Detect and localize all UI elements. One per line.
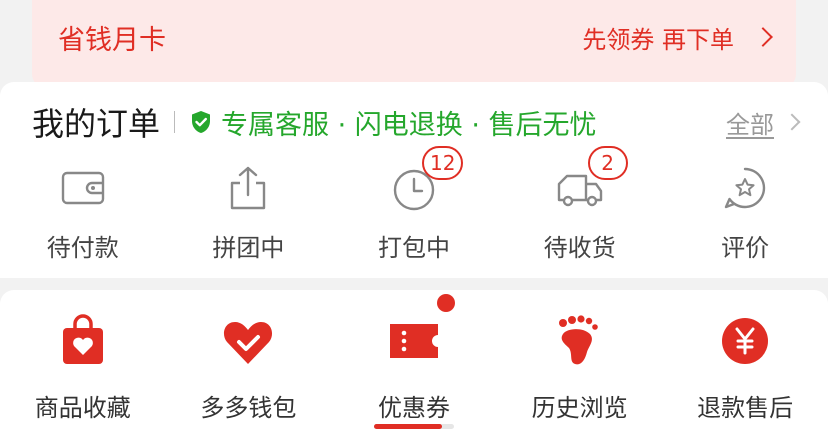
tool-wallet[interactable]: 多多钱包 bbox=[166, 314, 332, 423]
all-orders-link[interactable]: 全部 bbox=[726, 105, 801, 140]
orders-header: 我的订单 专属客服 · 闪电退换 · 售后无忧 全部 bbox=[32, 100, 801, 144]
order-status-review[interactable]: 评价 bbox=[662, 164, 828, 263]
status-label: 拼团中 bbox=[212, 234, 285, 262]
service-promise: 专属客服 · 闪电退换 · 售后无忧 bbox=[221, 109, 597, 141]
order-status-packing[interactable]: 12 打包中 bbox=[331, 146, 497, 263]
status-label: 待收货 bbox=[543, 234, 616, 262]
star-bubble-icon bbox=[724, 167, 766, 209]
chevron-right-icon bbox=[783, 113, 801, 131]
status-label: 待付款 bbox=[46, 234, 119, 262]
tools-panel: 商品收藏 多多钱包 优惠券 历史浏览 退款售后 bbox=[0, 290, 828, 432]
yen-icon bbox=[722, 318, 769, 364]
share-icon bbox=[231, 166, 266, 210]
order-status-row: 待付款 拼团中 12 打包中 2 待收货 评价 bbox=[0, 146, 828, 263]
notification-dot bbox=[436, 294, 455, 312]
tool-label: 优惠券 bbox=[377, 394, 450, 422]
tool-favorites[interactable]: 商品收藏 bbox=[0, 314, 166, 423]
savings-card-banner[interactable]: 省钱月卡 先领券 再下单 bbox=[32, 0, 796, 88]
tools-scroll-indicator bbox=[374, 424, 454, 429]
order-status-pending-payment[interactable]: 待付款 bbox=[0, 164, 166, 263]
chevron-right-icon bbox=[753, 27, 773, 47]
scroll-indicator-thumb bbox=[374, 424, 442, 429]
status-count-badge: 12 bbox=[421, 146, 464, 180]
footprint-icon bbox=[558, 315, 598, 365]
tool-coupons[interactable]: 优惠券 bbox=[331, 294, 497, 423]
tool-history[interactable]: 历史浏览 bbox=[497, 314, 663, 423]
ticket-icon bbox=[389, 324, 438, 358]
tools-row: 商品收藏 多多钱包 优惠券 历史浏览 退款售后 bbox=[0, 294, 828, 423]
all-orders-label: 全部 bbox=[726, 110, 774, 139]
order-status-awaiting-delivery[interactable]: 2 待收货 bbox=[497, 146, 663, 263]
tool-label: 历史浏览 bbox=[531, 394, 628, 422]
orders-title: 我的订单 bbox=[32, 105, 161, 143]
tool-refunds[interactable]: 退款售后 bbox=[662, 314, 828, 423]
promo-action-label: 先领券 再下单 bbox=[582, 25, 734, 54]
wallet-icon bbox=[61, 171, 104, 205]
heart-bag-icon bbox=[62, 314, 103, 364]
status-label: 评价 bbox=[721, 234, 770, 262]
status-count-badge: 2 bbox=[587, 146, 628, 180]
tool-label: 多多钱包 bbox=[200, 394, 297, 422]
shield-check-icon bbox=[192, 111, 211, 133]
divider bbox=[174, 111, 176, 133]
status-label: 打包中 bbox=[377, 234, 450, 262]
my-orders-panel: 我的订单 专属客服 · 闪电退换 · 售后无忧 全部 待付款 拼团中 12 打包… bbox=[0, 82, 828, 278]
tool-label: 商品收藏 bbox=[34, 394, 131, 422]
heart-wallet-icon bbox=[224, 322, 273, 364]
order-status-group-buying[interactable]: 拼团中 bbox=[166, 164, 332, 263]
promo-action-link[interactable]: 先领券 再下单 bbox=[582, 20, 773, 55]
promo-title: 省钱月卡 bbox=[58, 24, 166, 56]
tool-label: 退款售后 bbox=[697, 394, 794, 422]
